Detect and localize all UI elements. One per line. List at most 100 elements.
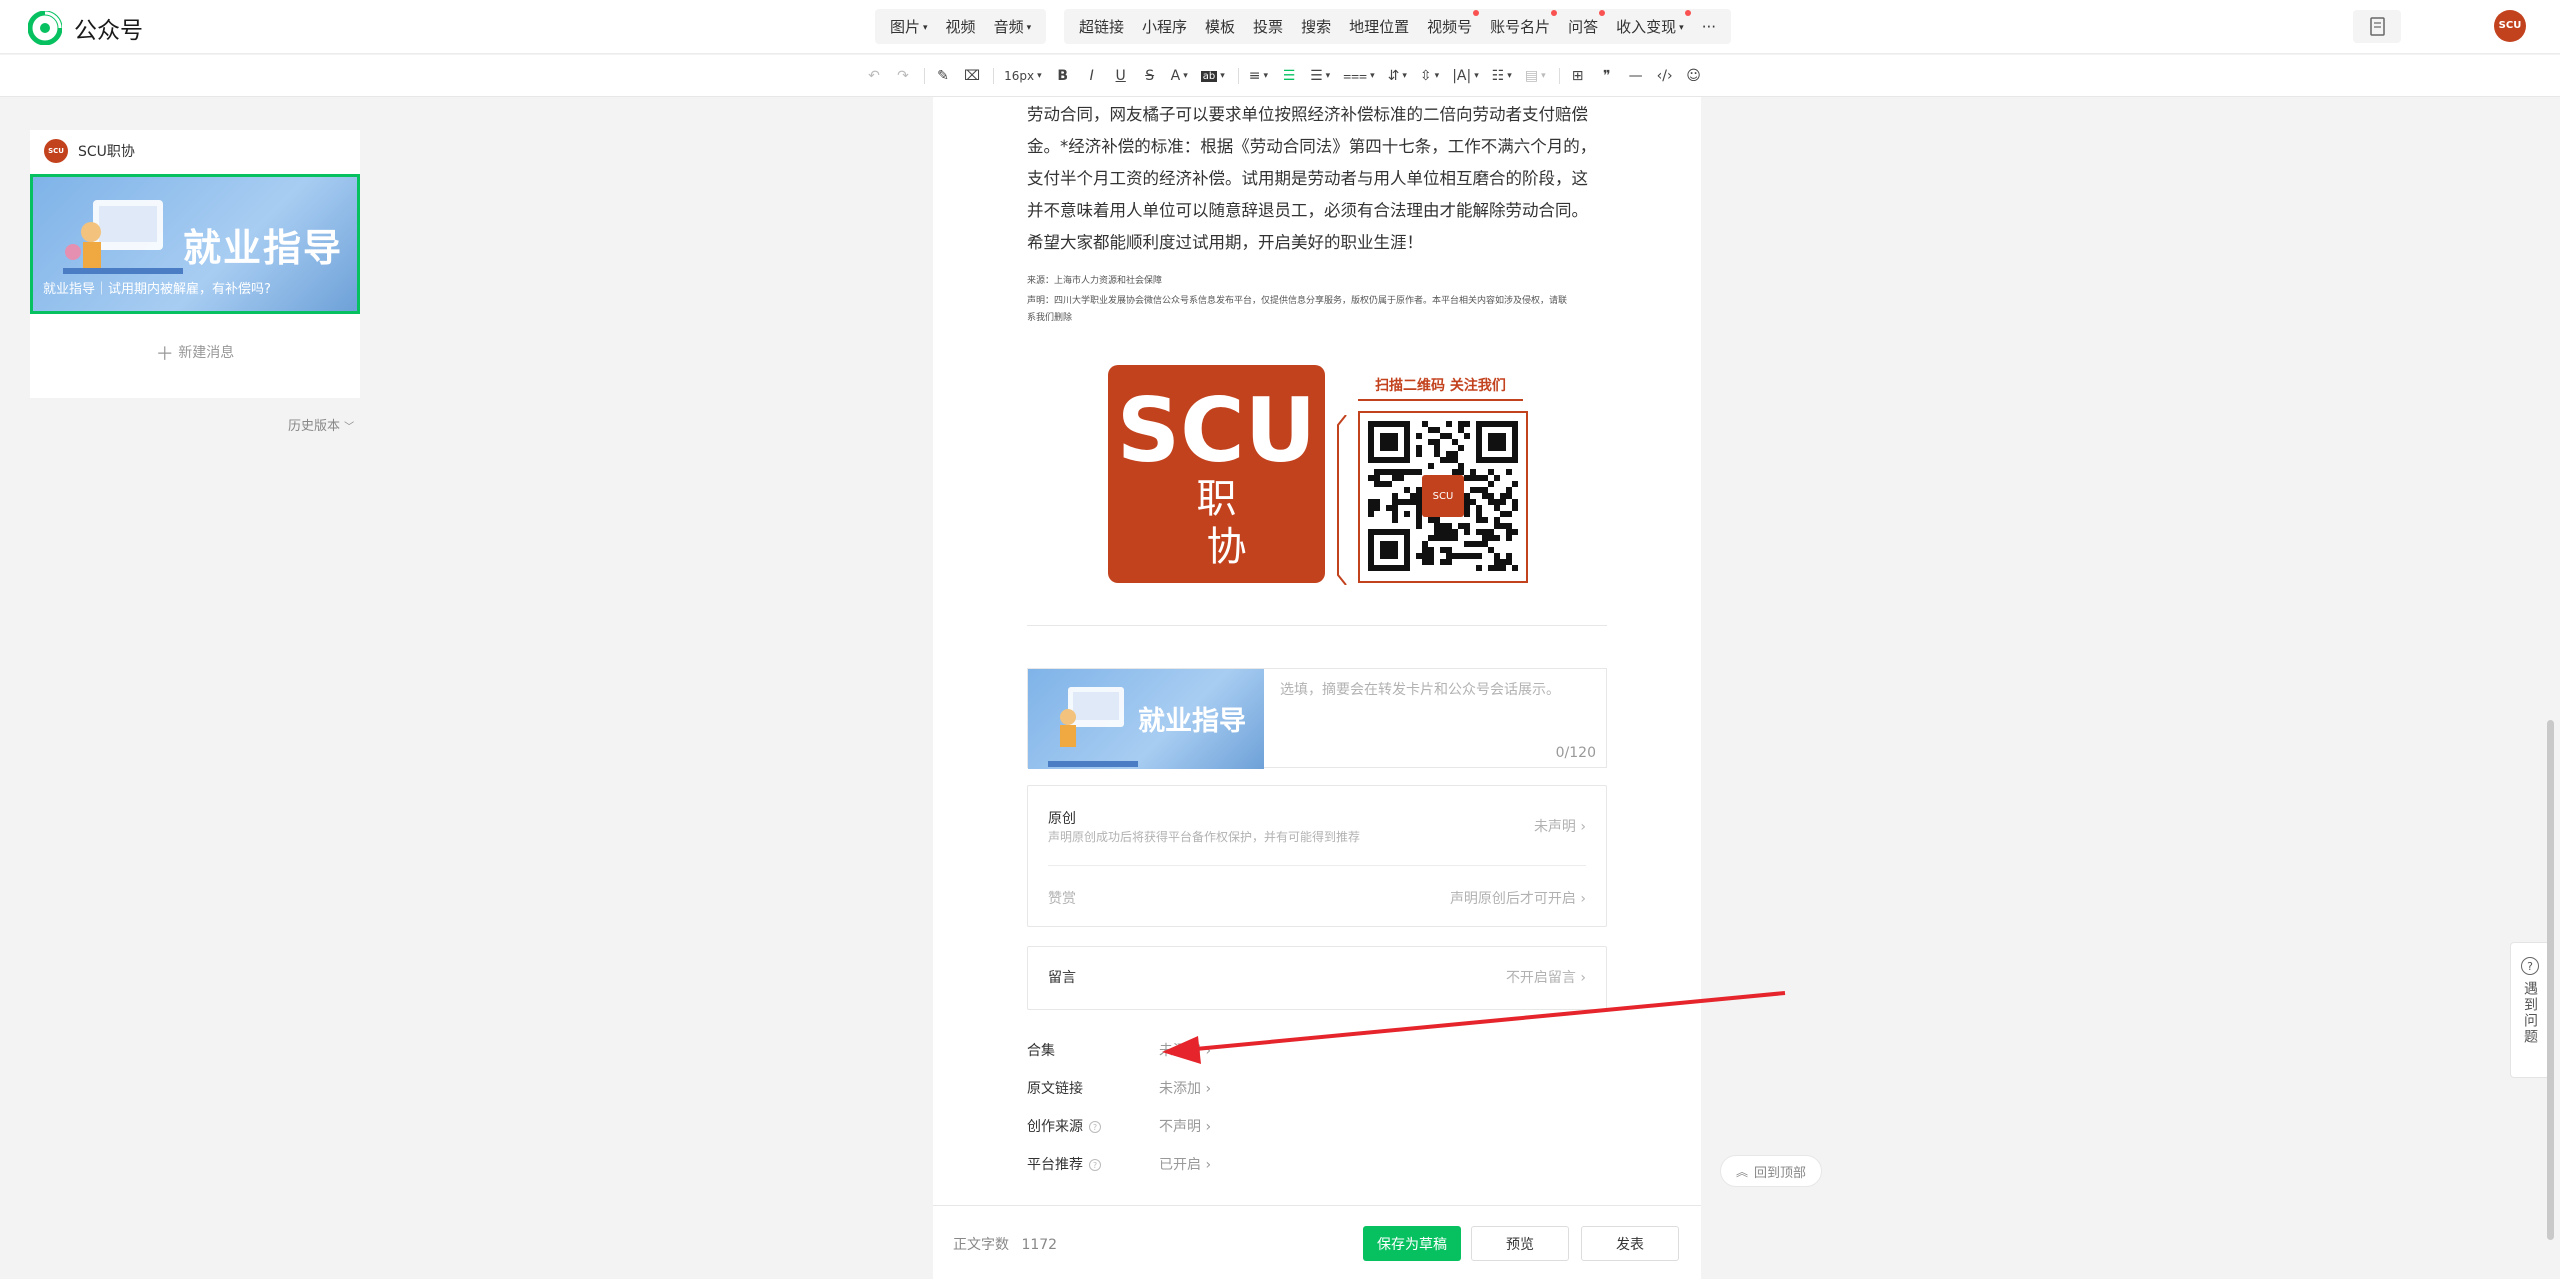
preview-button[interactable]: 预览 xyxy=(1471,1226,1569,1261)
menu-item[interactable]: 视频号 xyxy=(1418,10,1481,37)
menu-item[interactable]: 图片 ▾ xyxy=(881,16,937,37)
creation-source-setting[interactable]: 创作来源? 不声明 › xyxy=(1027,1116,1327,1138)
menu-item[interactable]: 问答 xyxy=(1559,10,1607,37)
float-icon[interactable]: ▤ ▾ xyxy=(1525,68,1546,84)
publish-button[interactable]: 发表 xyxy=(1581,1226,1679,1261)
qr-module xyxy=(1482,541,1488,547)
menu-item[interactable]: 投票 xyxy=(1244,16,1292,37)
qr-finder xyxy=(1380,433,1398,451)
original-settings-box: 原创 声明原创成功后将获得平台备作权保护，并有可能得到推荐 未声明 › 赞赏 声… xyxy=(1027,785,1607,927)
qr-module xyxy=(1500,499,1506,505)
reward-link[interactable]: 声明原创后才可开启 › xyxy=(1450,888,1586,908)
qr-module xyxy=(1488,469,1494,475)
italic-icon[interactable]: I xyxy=(1084,68,1100,84)
menu-item[interactable]: 模板 xyxy=(1196,16,1244,37)
scrollbar[interactable] xyxy=(2547,720,2554,1240)
qr-module xyxy=(1494,565,1500,571)
menu-item[interactable]: 搜索 xyxy=(1292,16,1340,37)
paragraph-line: 并不意味着用人单位可以随意辞退员工，必须有合法理由才能解除劳动合同。 xyxy=(1027,201,1588,220)
qr-module xyxy=(1458,445,1464,451)
comment-link[interactable]: 不开启留言 › xyxy=(1506,967,1586,987)
article-cover[interactable]: 就业指导 就业指导｜试用期内被解雇，有补偿吗? xyxy=(30,174,360,314)
help-icon[interactable]: ? xyxy=(1089,1121,1101,1133)
list-icon[interactable]: ☷ ▾ xyxy=(1492,68,1512,84)
article-list-card: SCU SCU职协 就业指导 就业指导｜试用期内被解雇，有补偿吗? ＋ 新建消息 xyxy=(30,130,360,398)
font-color-icon[interactable]: A ▾ xyxy=(1171,68,1188,84)
qr-module xyxy=(1416,523,1422,529)
emoji-icon[interactable]: ☺ xyxy=(1686,68,1702,84)
collection-setting[interactable]: 合集 未添加 › xyxy=(1027,1040,1327,1062)
spacing-icon[interactable]: ⇳ ▾ xyxy=(1420,68,1439,84)
redo-icon[interactable]: ↷ xyxy=(895,68,911,84)
qr-module xyxy=(1440,523,1446,529)
horizontal-rule-icon[interactable]: — xyxy=(1628,68,1644,84)
background-color-icon[interactable]: ab ▾ xyxy=(1200,70,1225,82)
underline-icon[interactable]: U xyxy=(1113,68,1129,84)
user-avatar[interactable]: SCU xyxy=(2494,10,2526,42)
menu-item[interactable]: 音频 ▾ xyxy=(985,16,1041,37)
qr-module xyxy=(1422,559,1428,565)
qr-module xyxy=(1416,511,1422,517)
qr-module xyxy=(1458,469,1464,475)
insert-menu-group: 超链接 小程序 模板 投票 搜索 地理位置 视频号 账号名片 问答 收入变现 ▾ ··· xyxy=(1064,9,1731,44)
original-link-value[interactable]: 未添加 › xyxy=(1159,1078,1211,1098)
red-dot-badge xyxy=(1599,10,1606,16)
article-body[interactable]: 劳动合同，网友橘子可以要求单位按照经济补偿标准的二倍向劳动者支付赔偿 金。*经济… xyxy=(1027,99,1607,259)
menu-item[interactable]: 小程序 xyxy=(1133,16,1196,37)
digest-input[interactable]: 选填，摘要会在转发卡片和公众号会话展示。 xyxy=(1280,679,1560,699)
menu-item[interactable]: 视频 xyxy=(937,16,985,37)
qr-module xyxy=(1464,541,1470,547)
font-size-select[interactable]: 16px ▾ xyxy=(1004,69,1042,83)
bold-icon[interactable]: B xyxy=(1055,68,1071,84)
strikethrough-icon[interactable]: S xyxy=(1142,68,1158,84)
logo[interactable]: 公众号 xyxy=(28,11,143,45)
menu-item[interactable]: 地理位置 xyxy=(1340,16,1418,37)
menu-item[interactable]: 收入变现 ▾ xyxy=(1607,10,1693,37)
qr-module xyxy=(1476,505,1482,511)
qr-module xyxy=(1464,505,1470,511)
qr-module xyxy=(1374,505,1380,511)
menu-item-label: 小程序 xyxy=(1142,18,1188,36)
qr-module xyxy=(1434,523,1440,529)
table-icon[interactable]: ⊞ xyxy=(1570,68,1586,84)
code-icon[interactable]: ‹/› xyxy=(1657,68,1673,84)
original-declare-link[interactable]: 未声明 › xyxy=(1534,816,1586,836)
qr-module xyxy=(1476,553,1482,559)
history-version-link[interactable]: 历史版本 ﹀ xyxy=(288,415,354,434)
new-message-button[interactable]: ＋ 新建消息 xyxy=(30,340,360,366)
paragraph-spacing-icon[interactable]: ⇵ ▾ xyxy=(1388,68,1407,84)
qr-module xyxy=(1440,529,1446,535)
menu-item[interactable]: 超链接 xyxy=(1070,16,1133,37)
original-link-setting[interactable]: 原文链接 未添加 › xyxy=(1027,1078,1327,1100)
menu-item[interactable]: 账号名片 xyxy=(1481,10,1559,37)
format-painter-icon[interactable]: ✎ xyxy=(935,68,951,84)
qr-module xyxy=(1398,475,1404,481)
undo-icon[interactable]: ↶ xyxy=(866,68,882,84)
letter-spacing-icon[interactable]: |A| ▾ xyxy=(1452,68,1479,84)
cover-caption: 就业指导｜试用期内被解雇，有补偿吗? xyxy=(43,282,271,297)
align-justify-icon[interactable]: ☰ ▾ xyxy=(1310,68,1330,84)
align-icon[interactable]: ≡ ▾ xyxy=(1249,68,1268,84)
collection-value[interactable]: 未添加 › xyxy=(1159,1040,1211,1060)
qr-module xyxy=(1476,565,1482,571)
qr-module xyxy=(1494,559,1500,565)
platform-recommend-setting[interactable]: 平台推荐? 已开启 › xyxy=(1027,1154,1327,1176)
qr-module xyxy=(1506,523,1512,529)
clear-format-icon[interactable]: ⌧ xyxy=(964,68,980,84)
quote-icon[interactable]: ❞ xyxy=(1599,68,1615,84)
document-button[interactable] xyxy=(2353,10,2401,43)
indent-icon[interactable]: ☰ xyxy=(1281,68,1297,84)
platform-recommend-value[interactable]: 已开启 › xyxy=(1159,1154,1211,1174)
qr-promo-image[interactable]: SCU 职 协 扫描二维码 关注我们 SCU xyxy=(1108,365,1528,585)
paragraph-line: 支付半个月工资的经济补偿。试用期是劳动者与用人单位相互磨合的阶段，这 xyxy=(1027,169,1588,188)
line-height-icon[interactable]: ⩶ ▾ xyxy=(1343,68,1375,84)
back-to-top-button[interactable]: ︽ 回到顶部 xyxy=(1720,1155,1822,1187)
save-draft-button[interactable]: 保存为草稿 xyxy=(1363,1226,1461,1261)
more-menu-button[interactable]: ··· xyxy=(1693,18,1725,36)
help-icon[interactable]: ? xyxy=(1089,1159,1101,1171)
creation-source-value[interactable]: 不声明 › xyxy=(1159,1116,1211,1136)
digest-cover[interactable]: 就业指导 xyxy=(1028,669,1264,769)
help-sidebar-button[interactable]: ? 遇到问题 xyxy=(2510,942,2550,1078)
qr-module xyxy=(1482,529,1488,535)
qr-module xyxy=(1440,547,1446,553)
